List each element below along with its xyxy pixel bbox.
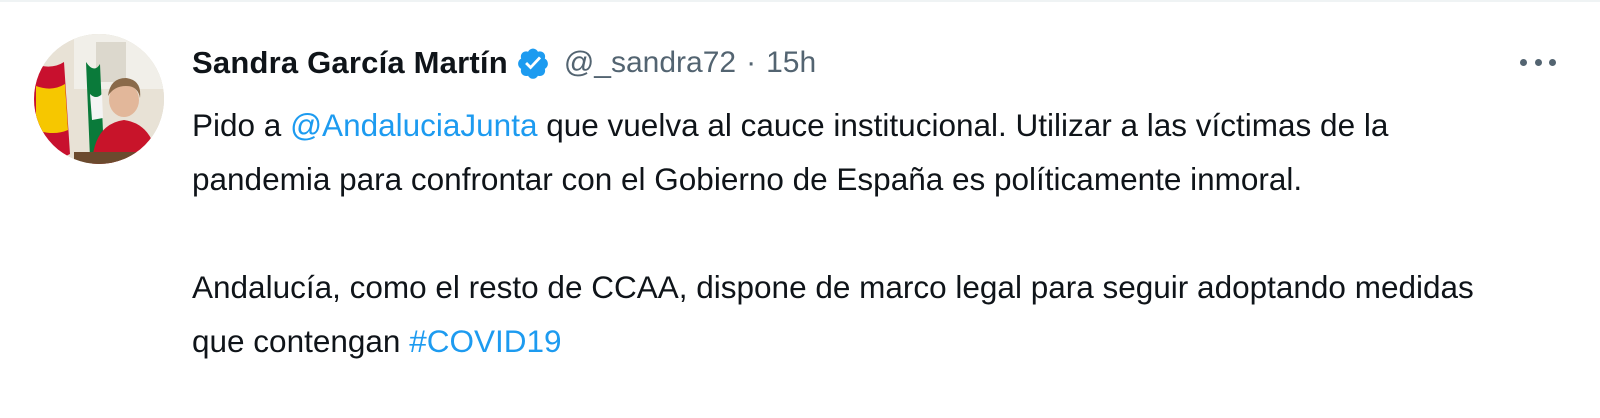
hashtag-link[interactable]: #COVID19 — [409, 323, 561, 359]
author-handle[interactable]: @_sandra72 — [564, 46, 736, 80]
dot-icon — [1520, 58, 1527, 66]
author-name[interactable]: Sandra García Martín — [192, 45, 508, 81]
tweet-paragraph-2: Andalucía, como el resto de CCAA, dispon… — [192, 260, 1532, 368]
paragraph-text: Andalucía, como el resto de CCAA, dispon… — [192, 269, 1474, 359]
tweet[interactable]: Sandra García Martín @_sandra72 · 15h Pi… — [0, 0, 1600, 418]
dot-icon — [1534, 58, 1542, 66]
tweet-header: Sandra García Martín @_sandra72 · 15h — [192, 40, 816, 86]
dot-icon — [1549, 58, 1556, 66]
verified-badge-icon — [516, 46, 550, 80]
tweet-paragraph-1: Pido a @AndaluciaJunta que vuelva al cau… — [192, 98, 1532, 206]
avatar[interactable] — [34, 34, 164, 164]
separator-dot: · — [746, 46, 757, 79]
avatar-image — [34, 34, 164, 164]
more-options-icon[interactable] — [1516, 44, 1560, 80]
paragraph-text: Pido a — [192, 107, 291, 143]
tweet-timestamp[interactable]: 15h — [766, 46, 816, 80]
tweet-text: Pido a @AndaluciaJunta que vuelva al cau… — [192, 98, 1532, 368]
mention-link[interactable]: @AndaluciaJunta — [290, 107, 537, 143]
